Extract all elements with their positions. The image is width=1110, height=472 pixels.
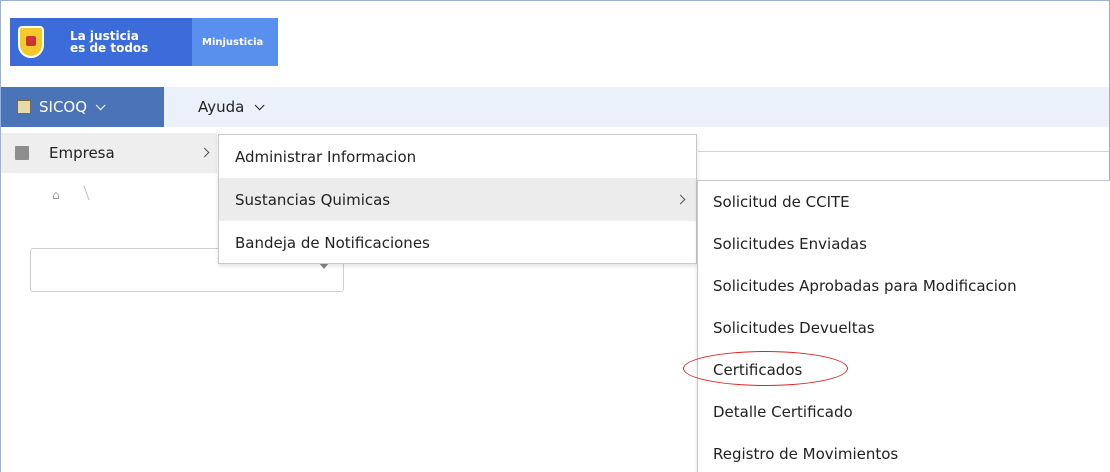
home-icon[interactable]: ⌂ <box>52 188 64 202</box>
brand-text: La justicia es de todos <box>70 30 148 54</box>
submenu-sustancias-quimicas: Solicitud de CCITE Solicitudes Enviadas … <box>697 180 1110 472</box>
menu-item-label: Solicitudes Aprobadas para Modificacion <box>713 277 1017 295</box>
menu-item-certificados[interactable]: Certificados <box>698 349 1110 391</box>
brand-line-2: es de todos <box>70 41 149 55</box>
menu-item-label: Sustancias Quimicas <box>235 190 391 209</box>
menu-item-registro-movimientos[interactable]: Registro de Movimientos <box>698 433 1110 472</box>
menu-item-solicitudes-devueltas[interactable]: Solicitudes Devueltas <box>698 307 1110 349</box>
menu-item-bandeja-notificaciones[interactable]: Bandeja de Notificaciones <box>219 221 696 264</box>
menu-ayuda-label: Ayuda <box>198 98 245 116</box>
calendar-icon <box>17 100 31 114</box>
menu-item-empresa-label: Empresa <box>49 144 115 162</box>
menu-item-label: Solicitud de CCITE <box>713 193 850 211</box>
menu-item-solicitud-ccite[interactable]: Solicitud de CCITE <box>698 181 1110 223</box>
menu-item-detalle-certificado[interactable]: Detalle Certificado <box>698 391 1110 433</box>
menu-item-label: Registro de Movimientos <box>713 445 899 463</box>
site-header: La justicia es de todos Minjusticia <box>10 18 278 66</box>
brand-logo[interactable]: La justicia es de todos <box>10 18 192 66</box>
submenu-empresa: Administrar Informacion Sustancias Quimi… <box>218 134 697 264</box>
menu-item-label: Administrar Informacion <box>235 147 417 166</box>
chevron-right-icon <box>199 147 210 158</box>
building-icon <box>15 146 29 160</box>
menu-item-label: Certificados <box>713 361 803 379</box>
top-menubar: SICOQ Ayuda <box>1 87 1109 127</box>
menu-item-empresa[interactable]: Empresa <box>1 133 217 173</box>
menu-sicoq-label: SICOQ <box>39 98 88 116</box>
ministry-logo[interactable]: Minjusticia <box>192 18 278 66</box>
menu-item-label: Solicitudes Enviadas <box>713 235 867 253</box>
menu-item-solicitudes-aprobadas[interactable]: Solicitudes Aprobadas para Modificacion <box>698 265 1110 307</box>
menu-ayuda[interactable]: Ayuda <box>198 87 265 127</box>
menu-item-label: Bandeja de Notificaciones <box>235 233 430 252</box>
chevron-down-icon <box>255 99 265 110</box>
chevron-down-icon <box>95 99 106 110</box>
coat-of-arms-icon <box>18 26 44 58</box>
chevron-right-icon <box>675 194 686 205</box>
divider <box>698 151 1109 152</box>
menu-sicoq[interactable]: SICOQ <box>1 87 164 127</box>
menu-item-sustancias-quimicas[interactable]: Sustancias Quimicas <box>219 178 696 221</box>
menu-item-label: Solicitudes Devueltas <box>713 319 875 337</box>
menu-item-administrar-informacion[interactable]: Administrar Informacion <box>219 135 696 178</box>
menu-item-solicitudes-enviadas[interactable]: Solicitudes Enviadas <box>698 223 1110 265</box>
menu-item-label: Detalle Certificado <box>713 403 853 421</box>
